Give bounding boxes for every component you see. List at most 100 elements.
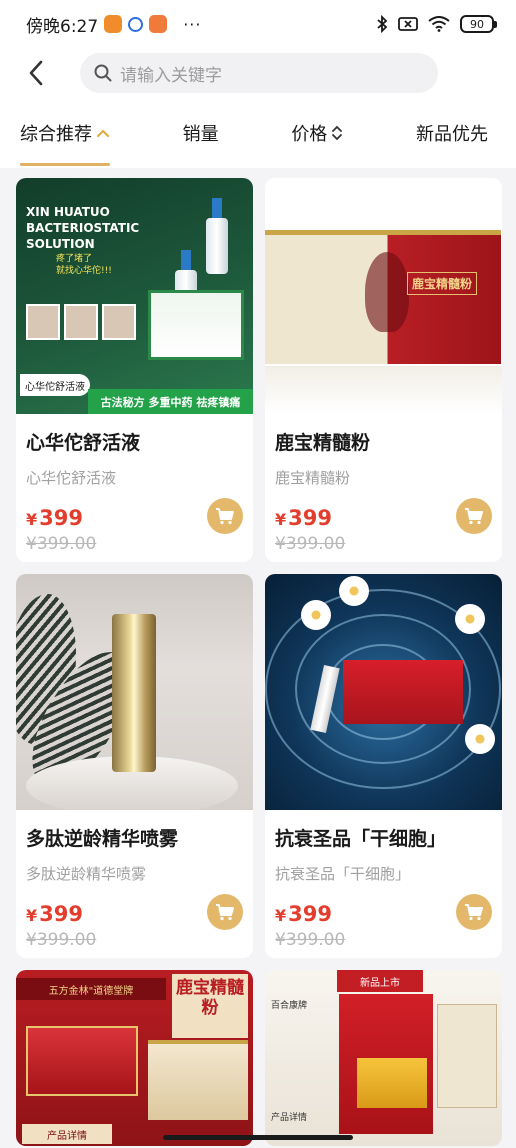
original-price: ¥399.00 (26, 930, 97, 950)
image-tagline-1: 疼了堵了 (56, 254, 93, 264)
app-notification-icon (128, 16, 144, 32)
image-tagline: 疼了堵了 就找心华佗!!! (56, 253, 112, 277)
search-placeholder: 请输入关键字 (120, 65, 222, 86)
search-input[interactable]: 请输入关键字 (80, 53, 438, 93)
tab-label: 价格 (291, 124, 328, 145)
tab-price[interactable]: 价格 (291, 98, 343, 168)
product-card[interactable]: 鹿宝精髓粉 鹿宝精髓粉 鹿宝精髓粉 ¥399 ¥399.00 (265, 178, 502, 562)
home-indicator (163, 1135, 353, 1140)
product-image (16, 574, 253, 810)
product-image: 新品上市 百合康牌 产品详情 (265, 970, 502, 1146)
product-subtitle: 抗衰圣品「干细胞」 (275, 865, 411, 883)
image-tag: 新品上市 (337, 970, 423, 992)
currency-symbol: ¥ (26, 906, 38, 925)
tab-label: 新品优先 (415, 124, 488, 145)
image-footer: 产品详情 (22, 1124, 112, 1144)
tab-label: 销量 (182, 124, 219, 145)
price-value: 399 (39, 902, 83, 926)
product-image: XIN HUATUO BACTERIOSTATIC SOLUTION 疼了堵了 … (16, 178, 253, 414)
search-icon (94, 64, 112, 82)
flower-graphic (301, 600, 331, 630)
image-tagline-2: 就找心华佗!!! (56, 266, 112, 276)
status-left: 傍晚6:27 ··· (26, 12, 201, 37)
add-to-cart-button[interactable] (207, 894, 243, 930)
top-area: 傍晚6:27 ··· 90 请输入关键字 综合推荐 销量 价格 新品优先 (0, 0, 516, 168)
product-card[interactable]: 五方金林"道德堂牌 鹿宝精髓粉 产品详情 (16, 970, 253, 1146)
original-price: ¥399.00 (275, 930, 346, 950)
back-button[interactable] (22, 53, 50, 93)
product-box (26, 1026, 138, 1096)
product-card[interactable]: 新品上市 百合康牌 产品详情 (265, 970, 502, 1146)
cart-icon (216, 904, 234, 921)
wifi-icon (428, 16, 450, 32)
tab-label: 综合推荐 (20, 124, 92, 145)
bottle (206, 218, 228, 274)
cart-icon (465, 508, 483, 525)
price-value: 399 (39, 506, 83, 530)
deer-graphic (365, 252, 409, 332)
card-body: 抗衰圣品「干细胞」 抗衰圣品「干细胞」 ¥399 ¥399.00 (265, 810, 502, 950)
bottle-cap (181, 250, 191, 272)
reflection (265, 366, 502, 414)
sort-icon (332, 125, 343, 141)
product-title: 心华佗舒活液 (26, 432, 141, 454)
product-image: 五方金林"道德堂牌 鹿宝精髓粉 产品详情 (16, 970, 253, 1146)
product-card[interactable]: 抗衰圣品「干细胞」 抗衰圣品「干细胞」 ¥399 ¥399.00 (265, 574, 502, 958)
photo (64, 304, 98, 340)
add-to-cart-button[interactable] (207, 498, 243, 534)
flower-graphic (339, 576, 369, 606)
status-right: 90 (376, 15, 497, 33)
add-to-cart-button[interactable] (456, 894, 492, 930)
tab-recommended[interactable]: 综合推荐 (20, 98, 110, 168)
image-big-title: 鹿宝精髓粉 (172, 974, 248, 1038)
product-image: 鹿宝精髓粉 (265, 178, 502, 414)
product-title: 多肽逆龄精华喷雾 (26, 828, 179, 850)
currency-symbol: ¥ (275, 906, 287, 925)
card-body: 心华佗舒活液 心华佗舒活液 ¥399 ¥399.00 (16, 414, 253, 554)
image-label: 心华佗舒活液 (20, 374, 90, 396)
product-subtitle: 多肽逆龄精华喷雾 (26, 865, 147, 883)
product-subtitle: 心华佗舒活液 (26, 469, 117, 487)
image-banner: 五方金林"道德堂牌 (16, 978, 166, 1000)
product-image (265, 574, 502, 810)
image-banner: 古法秘方 多重中药 祛疼镇痛 (88, 389, 253, 414)
add-to-cart-button[interactable] (456, 498, 492, 534)
product-box (343, 660, 463, 724)
image-footer: 产品详情 (271, 1113, 308, 1123)
photo (102, 304, 136, 340)
product-subtitle: 鹿宝精髓粉 (275, 469, 351, 487)
cart-icon (465, 904, 483, 921)
product-box (148, 290, 244, 360)
product-card[interactable]: XIN HUATUO BACTERIOSTATIC SOLUTION 疼了堵了 … (16, 178, 253, 562)
product-title: 抗衰圣品「干细胞」 (275, 828, 447, 850)
more-notifications-icon: ··· (183, 14, 202, 34)
currency-symbol: ¥ (26, 510, 38, 529)
chevron-left-icon (29, 60, 43, 86)
image-box-title: 鹿宝精髓粉 (407, 272, 478, 295)
status-time: 傍晚6:27 (26, 16, 99, 37)
image-headline: XIN HUATUO BACTERIOSTATIC SOLUTION (26, 205, 140, 251)
chevron-up-icon (97, 129, 109, 137)
app-notification-icon (149, 15, 168, 33)
flower-graphic (455, 604, 485, 634)
image-line: 百合康牌 (271, 1001, 308, 1011)
cart-icon (216, 508, 234, 525)
sort-bar: 综合推荐 销量 价格 新品优先 (0, 98, 516, 168)
product-box (357, 1058, 427, 1108)
tab-newest[interactable]: 新品优先 (416, 98, 488, 168)
original-price: ¥399.00 (275, 534, 346, 554)
product-box (148, 1040, 248, 1120)
bluetooth-icon (377, 15, 388, 33)
search-row: 请输入关键字 (0, 48, 516, 98)
product-card[interactable]: 多肽逆龄精华喷雾 多肽逆龄精华喷雾 ¥399 ¥399.00 (16, 574, 253, 958)
card-body: 多肽逆龄精华喷雾 多肽逆龄精华喷雾 ¥399 ¥399.00 (16, 810, 253, 950)
flower-graphic (465, 724, 495, 754)
card-body: 鹿宝精髓粉 鹿宝精髓粉 ¥399 ¥399.00 (265, 414, 502, 554)
original-price: ¥399.00 (26, 534, 97, 554)
price-value: 399 (288, 506, 332, 530)
price-value: 399 (288, 902, 332, 926)
tab-sales[interactable]: 销量 (183, 98, 219, 168)
spray-bottle (112, 614, 156, 772)
product-grid: XIN HUATUO BACTERIOSTATIC SOLUTION 疼了堵了 … (16, 178, 502, 1146)
app-notification-icon (104, 15, 123, 33)
